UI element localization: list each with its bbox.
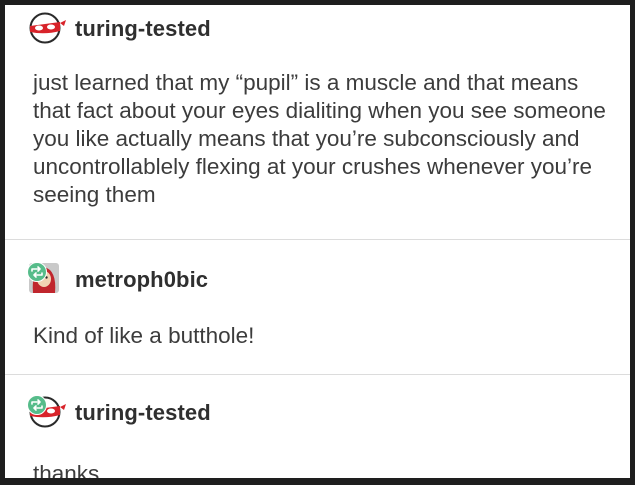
post-body: just learned that my “pupil” is a muscle…: [33, 70, 606, 207]
reblog-icon: [27, 262, 47, 282]
username[interactable]: metroph0bic: [75, 267, 208, 293]
post-header: metroph0bic: [27, 262, 208, 298]
post-header: turing-tested: [27, 11, 211, 47]
user-avatar[interactable]: [27, 11, 67, 47]
post-header: turing-tested: [27, 395, 211, 431]
divider: [5, 239, 630, 240]
post-body: Kind of like a butthole!: [33, 323, 255, 348]
reblog-icon: [27, 395, 47, 415]
divider: [5, 374, 630, 375]
reblog-post: metroph0bic Kind of like a butthole!: [5, 242, 630, 372]
user-avatar[interactable]: [27, 395, 67, 431]
original-post: turing-tested just learned that my “pupi…: [5, 5, 630, 237]
username[interactable]: turing-tested: [75, 16, 211, 42]
username[interactable]: turing-tested: [75, 400, 211, 426]
post-body: thanks: [33, 461, 100, 478]
post-thread: turing-tested just learned that my “pupi…: [5, 5, 630, 478]
user-avatar[interactable]: [27, 262, 67, 298]
red-mask-face-icon: [29, 12, 66, 44]
reblog-post: turing-tested thanks: [5, 377, 630, 478]
